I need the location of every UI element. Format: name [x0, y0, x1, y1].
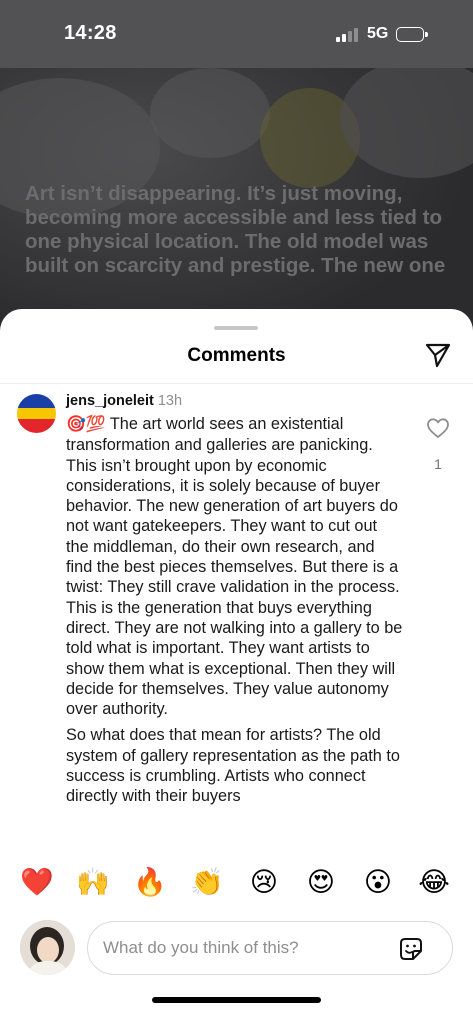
comment-body: jens_joneleit 13h 🎯💯 The art world sees an…: [66, 391, 404, 807]
background-post: Art isn’t disappearing. It’s just moving…: [0, 68, 473, 348]
comment-text: 🎯💯 The art world sees an existential tran…: [66, 414, 404, 807]
battery-icon: [396, 27, 428, 42]
reaction-crying[interactable]: 😢: [246, 864, 282, 900]
avatar[interactable]: [17, 394, 56, 433]
reaction-heart[interactable]: ❤️: [19, 864, 55, 900]
post-overlay-text: Art isn’t disappearing. It’s just moving…: [25, 182, 446, 277]
status-bar: 14:28 5G: [0, 0, 473, 68]
comment-item: jens_joneleit 13h 🎯💯 The art world sees an…: [0, 389, 473, 847]
sheet-grabber[interactable]: [214, 326, 258, 330]
reaction-clap[interactable]: 👏: [189, 864, 225, 900]
comment-time: 13h: [157, 393, 183, 409]
comment-paragraph-text: The art world sees an existential transf…: [66, 415, 403, 719]
like-count: 1: [434, 456, 442, 472]
comment-composer: [87, 921, 453, 975]
reaction-laughing[interactable]: 😂: [416, 864, 452, 900]
sheet-title: Comments: [187, 345, 286, 366]
reaction-surprised[interactable]: 😮: [360, 864, 396, 900]
heart-outline-icon[interactable]: [426, 417, 450, 439]
comment-meta: jens_joneleit 13h: [66, 391, 404, 411]
quick-reactions: ❤️ 🙌 🔥 👏 😢 😍 😮 😂: [0, 864, 473, 908]
comment-username[interactable]: jens_joneleit: [66, 393, 154, 409]
comment-like: 1: [424, 417, 452, 472]
network-type: 5G: [367, 25, 389, 42]
reaction-fire[interactable]: 🔥: [132, 864, 168, 900]
home-indicator[interactable]: [152, 997, 321, 1003]
status-time: 14:28: [64, 22, 117, 44]
comments-sheet: Comments jens_joneleit 13h 🎯💯 The art worl…: [0, 309, 473, 1023]
paper-plane-icon[interactable]: [424, 341, 452, 369]
comment-input[interactable]: [103, 922, 393, 974]
reaction-raised-hands[interactable]: 🙌: [75, 864, 111, 900]
reaction-heart-eyes[interactable]: 😍: [303, 864, 339, 900]
sticker-icon[interactable]: [397, 935, 425, 963]
comment-paragraph: 🎯💯 The art world sees an existential tran…: [66, 414, 404, 719]
comment-paragraph: So what does that mean for artists? The …: [66, 726, 400, 806]
cellular-signal-icon: [336, 28, 360, 42]
user-avatar[interactable]: [20, 920, 75, 975]
divider: [0, 383, 473, 384]
comment-emojis: 🎯💯: [66, 416, 106, 433]
